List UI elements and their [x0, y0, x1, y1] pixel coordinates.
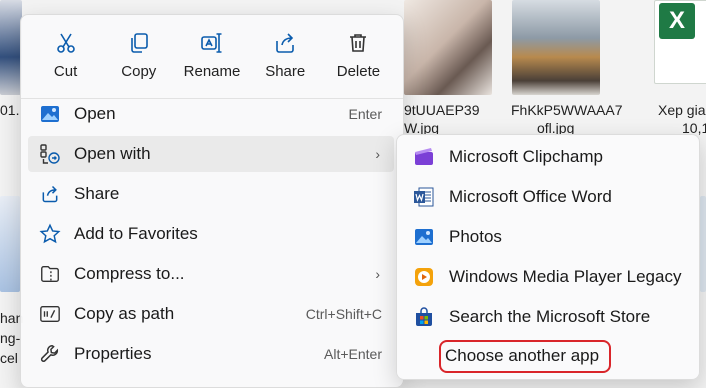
file-label: FhKkP5WWAAA7: [511, 102, 623, 118]
menu-item-label: Add to Favorites: [74, 224, 198, 243]
chevron-right-icon: ›: [375, 266, 380, 282]
submenu-item-label: Search the Microsoft Store: [449, 307, 651, 326]
menu-item-compress-to[interactable]: Compress to... ›: [28, 256, 394, 292]
rename-icon: [201, 33, 222, 53]
shortcut-text: Ctrl+Shift+C: [305, 306, 382, 322]
chevron-right-icon: ›: [375, 146, 380, 162]
open-with-icon: [38, 142, 62, 166]
file-label: 9tUUAEP39: [404, 102, 480, 118]
shortcut-text: Enter: [348, 106, 382, 122]
open-with-submenu: Microsoft Clipchamp Microsoft Office Wor…: [396, 134, 700, 380]
excel-file-icon[interactable]: X: [654, 0, 706, 84]
menu-item-label: Copy as path: [74, 304, 175, 323]
thumbnail-photo-1[interactable]: [404, 0, 492, 95]
submenu-item-choose-another-app[interactable]: Choose another app: [403, 338, 693, 374]
submenu-item-clipchamp[interactable]: Microsoft Clipchamp: [403, 139, 693, 175]
thumbnail-photo-2[interactable]: [512, 0, 600, 95]
thumbnail-left-mid[interactable]: [0, 196, 20, 292]
clipchamp-icon: [413, 146, 435, 168]
store-icon: [413, 306, 435, 328]
thumbnail-left-top[interactable]: [0, 0, 22, 95]
word-icon: [413, 186, 435, 208]
wrench-icon: [38, 342, 62, 366]
copy-icon: [130, 33, 148, 53]
delete-label: Delete: [336, 63, 381, 80]
submenu-item-label: Microsoft Clipchamp: [449, 147, 603, 166]
submenu-item-label: Windows Media Player Legacy: [449, 267, 682, 286]
cut-button[interactable]: Cut: [29, 25, 102, 93]
share-icon: [276, 33, 295, 53]
submenu-item-media-player[interactable]: Windows Media Player Legacy: [403, 259, 693, 295]
submenu-item-label: Microsoft Office Word: [449, 187, 612, 206]
menu-item-label: Open: [74, 104, 116, 123]
copy-label: Copy: [121, 63, 157, 80]
trash-icon: [350, 34, 367, 52]
menu-item-copy-as-path[interactable]: Copy as path Ctrl+Shift+C: [28, 296, 394, 332]
archive-icon: [38, 262, 62, 286]
path-icon: [38, 302, 62, 326]
file-label: 01.: [0, 102, 20, 118]
media-player-icon: [413, 266, 435, 288]
shortcut-text: Alt+Enter: [324, 346, 382, 362]
submenu-item-label: Photos: [449, 227, 502, 246]
file-label: Xep gia: [658, 102, 706, 118]
menu-item-open[interactable]: Open Enter: [28, 96, 394, 132]
menu-item-label: Share: [74, 184, 120, 203]
photos-icon: [413, 226, 435, 248]
submenu-item-label: Choose another app: [439, 339, 612, 373]
menu-item-share[interactable]: Share: [28, 176, 394, 212]
share-icon: [38, 182, 62, 206]
blank-icon-space: [413, 345, 435, 367]
scissors-icon: [56, 33, 75, 53]
rename-label: Rename: [183, 63, 241, 80]
menu-item-open-with[interactable]: Open with ›: [28, 136, 394, 172]
share-label: Share: [265, 63, 306, 80]
menu-item-add-to-favorites[interactable]: Add to Favorites: [28, 216, 394, 252]
quick-action-bar: Cut Copy Rename Share Delete: [29, 25, 395, 95]
share-button[interactable]: Share: [249, 25, 322, 93]
menu-item-label: Compress to...: [74, 264, 185, 283]
delete-button[interactable]: Delete: [322, 25, 395, 93]
cut-label: Cut: [53, 63, 78, 80]
file-label: ng-: [0, 330, 21, 346]
submenu-item-search-store[interactable]: Search the Microsoft Store: [403, 299, 693, 335]
context-menu: Cut Copy Rename Share Delete Open Enter …: [20, 14, 404, 388]
copy-button[interactable]: Copy: [102, 25, 175, 93]
menu-item-properties[interactable]: Properties Alt+Enter: [28, 336, 394, 372]
menu-item-label: Properties: [74, 344, 152, 363]
thumbnail-right-mid[interactable]: [700, 196, 706, 292]
photo-app-icon: [38, 102, 62, 126]
submenu-item-word[interactable]: Microsoft Office Word: [403, 179, 693, 215]
file-label: cel: [0, 350, 18, 366]
submenu-item-photos[interactable]: Photos: [403, 219, 693, 255]
menu-item-label: Open with: [74, 144, 151, 163]
star-icon: [38, 222, 62, 246]
rename-button[interactable]: Rename: [175, 25, 248, 93]
